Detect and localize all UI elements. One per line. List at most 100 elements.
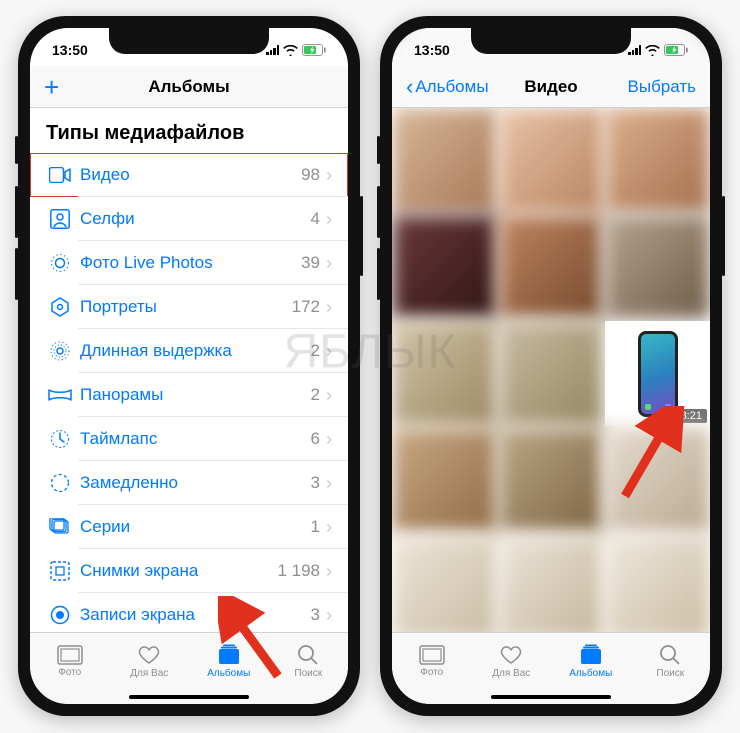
video-thumbnail[interactable] bbox=[392, 535, 497, 632]
phone-mock-left: 13:50 + Альбомы Типы медиафайлов bbox=[18, 16, 360, 716]
video-icon bbox=[46, 167, 74, 183]
row-label: Панорамы bbox=[74, 385, 311, 405]
chevron-right-icon: › bbox=[326, 605, 332, 626]
nav-bar: + Альбомы bbox=[30, 66, 348, 108]
row-panoramas[interactable]: Панорамы 2 › bbox=[30, 373, 348, 417]
tab-label: Поиск bbox=[294, 668, 322, 679]
back-label: Альбомы bbox=[415, 77, 488, 97]
video-thumbnail[interactable] bbox=[499, 428, 604, 533]
tab-label: Для Вас bbox=[492, 668, 530, 679]
screenrecord-icon bbox=[46, 605, 74, 625]
video-grid[interactable]: 8:21 bbox=[392, 108, 710, 632]
video-thumbnail[interactable] bbox=[392, 321, 497, 426]
row-longexposure[interactable]: Длинная выдержка 2 › bbox=[30, 329, 348, 373]
row-slomo[interactable]: Замедленно 3 › bbox=[30, 461, 348, 505]
chevron-right-icon: › bbox=[326, 341, 332, 362]
tab-albums[interactable]: Альбомы bbox=[551, 633, 631, 690]
content-scroll[interactable]: Типы медиафайлов Видео 98 › Селфи 4 › Фо… bbox=[30, 108, 348, 632]
video-thumbnail[interactable] bbox=[499, 108, 604, 213]
video-thumbnail[interactable] bbox=[605, 428, 710, 533]
duration-badge: 8:21 bbox=[676, 409, 707, 423]
row-screenshots[interactable]: Снимки экрана 1 198 › bbox=[30, 549, 348, 593]
screenshot-icon bbox=[46, 561, 74, 581]
phone-mock-right: 13:50 ‹ Альбомы Видео Выбрать bbox=[380, 16, 722, 716]
video-thumbnail[interactable] bbox=[605, 108, 710, 213]
row-count: 6 bbox=[311, 429, 320, 449]
video-thumbnail[interactable] bbox=[605, 215, 710, 320]
chevron-left-icon: ‹ bbox=[406, 74, 413, 100]
video-thumbnail[interactable] bbox=[499, 535, 604, 632]
row-screenrecords[interactable]: Записи экрана 3 › bbox=[30, 593, 348, 632]
chevron-right-icon: › bbox=[326, 297, 332, 318]
home-indicator[interactable] bbox=[129, 695, 249, 699]
row-label: Селфи bbox=[74, 209, 311, 229]
nav-title: Видео bbox=[524, 77, 577, 97]
back-button[interactable]: ‹ Альбомы bbox=[396, 70, 499, 104]
video-thumbnail[interactable] bbox=[499, 321, 604, 426]
search-icon bbox=[297, 644, 319, 666]
livephotos-icon bbox=[46, 253, 74, 273]
video-thumbnail-active[interactable]: 8:21 bbox=[605, 321, 710, 426]
row-count: 98 bbox=[301, 165, 320, 185]
row-label: Таймлапс bbox=[74, 429, 311, 449]
albums-icon bbox=[578, 644, 604, 666]
wifi-icon bbox=[283, 45, 298, 56]
notch bbox=[109, 28, 269, 54]
burst-icon bbox=[46, 518, 74, 536]
tab-search[interactable]: Поиск bbox=[631, 633, 711, 690]
row-count: 1 bbox=[311, 517, 320, 537]
slomo-icon bbox=[46, 473, 74, 493]
row-count: 2 bbox=[311, 385, 320, 405]
panorama-icon bbox=[46, 388, 74, 402]
row-portraits[interactable]: Портреты 172 › bbox=[30, 285, 348, 329]
add-button[interactable]: + bbox=[34, 70, 69, 104]
battery-icon bbox=[302, 44, 326, 56]
tab-label: Альбомы bbox=[569, 668, 612, 679]
row-label: Записи экрана bbox=[74, 605, 311, 625]
row-count: 39 bbox=[301, 253, 320, 273]
selfie-icon bbox=[46, 209, 74, 229]
tab-bar: Фото Для Вас Альбомы Поиск bbox=[392, 632, 710, 704]
tab-foryou[interactable]: Для Вас bbox=[472, 633, 552, 690]
tab-label: Для Вас bbox=[130, 668, 168, 679]
row-label: Видео bbox=[74, 165, 301, 185]
tab-bar: Фото Для Вас Альбомы Поиск bbox=[30, 632, 348, 704]
home-indicator[interactable] bbox=[491, 695, 611, 699]
tab-search[interactable]: Поиск bbox=[269, 633, 349, 690]
video-thumbnail[interactable] bbox=[392, 428, 497, 533]
tab-photos[interactable]: Фото bbox=[392, 633, 472, 690]
signal-icon bbox=[628, 45, 641, 55]
chevron-right-icon: › bbox=[326, 473, 332, 494]
row-livephotos[interactable]: Фото Live Photos 39 › bbox=[30, 241, 348, 285]
notch bbox=[471, 28, 631, 54]
row-video[interactable]: Видео 98 › bbox=[30, 153, 348, 197]
row-label: Замедленно bbox=[74, 473, 311, 493]
chevron-right-icon: › bbox=[326, 517, 332, 538]
battery-icon bbox=[664, 44, 688, 56]
select-button[interactable]: Выбрать bbox=[618, 73, 706, 101]
chevron-right-icon: › bbox=[326, 165, 332, 186]
row-selfie[interactable]: Селфи 4 › bbox=[30, 197, 348, 241]
tab-foryou[interactable]: Для Вас bbox=[110, 633, 190, 690]
wifi-icon bbox=[645, 45, 660, 56]
tab-label: Альбомы bbox=[207, 668, 250, 679]
row-label: Фото Live Photos bbox=[74, 253, 301, 273]
chevron-right-icon: › bbox=[326, 209, 332, 230]
video-thumbnail[interactable] bbox=[392, 108, 497, 213]
status-time: 13:50 bbox=[52, 42, 88, 58]
section-header-media: Типы медиафайлов bbox=[30, 108, 348, 153]
albums-icon bbox=[216, 644, 242, 666]
video-thumbnail[interactable] bbox=[499, 215, 604, 320]
row-count: 3 bbox=[311, 473, 320, 493]
tab-photos[interactable]: Фото bbox=[30, 633, 110, 690]
video-thumbnail[interactable] bbox=[605, 535, 710, 632]
nav-title: Альбомы bbox=[148, 77, 229, 97]
chevron-right-icon: › bbox=[326, 561, 332, 582]
row-timelapse[interactable]: Таймлапс 6 › bbox=[30, 417, 348, 461]
video-thumbnail[interactable] bbox=[392, 215, 497, 320]
tab-label: Поиск bbox=[656, 668, 684, 679]
tab-albums[interactable]: Альбомы bbox=[189, 633, 269, 690]
row-count: 2 bbox=[311, 341, 320, 361]
row-burst[interactable]: Серии 1 › bbox=[30, 505, 348, 549]
row-label: Длинная выдержка bbox=[74, 341, 311, 361]
